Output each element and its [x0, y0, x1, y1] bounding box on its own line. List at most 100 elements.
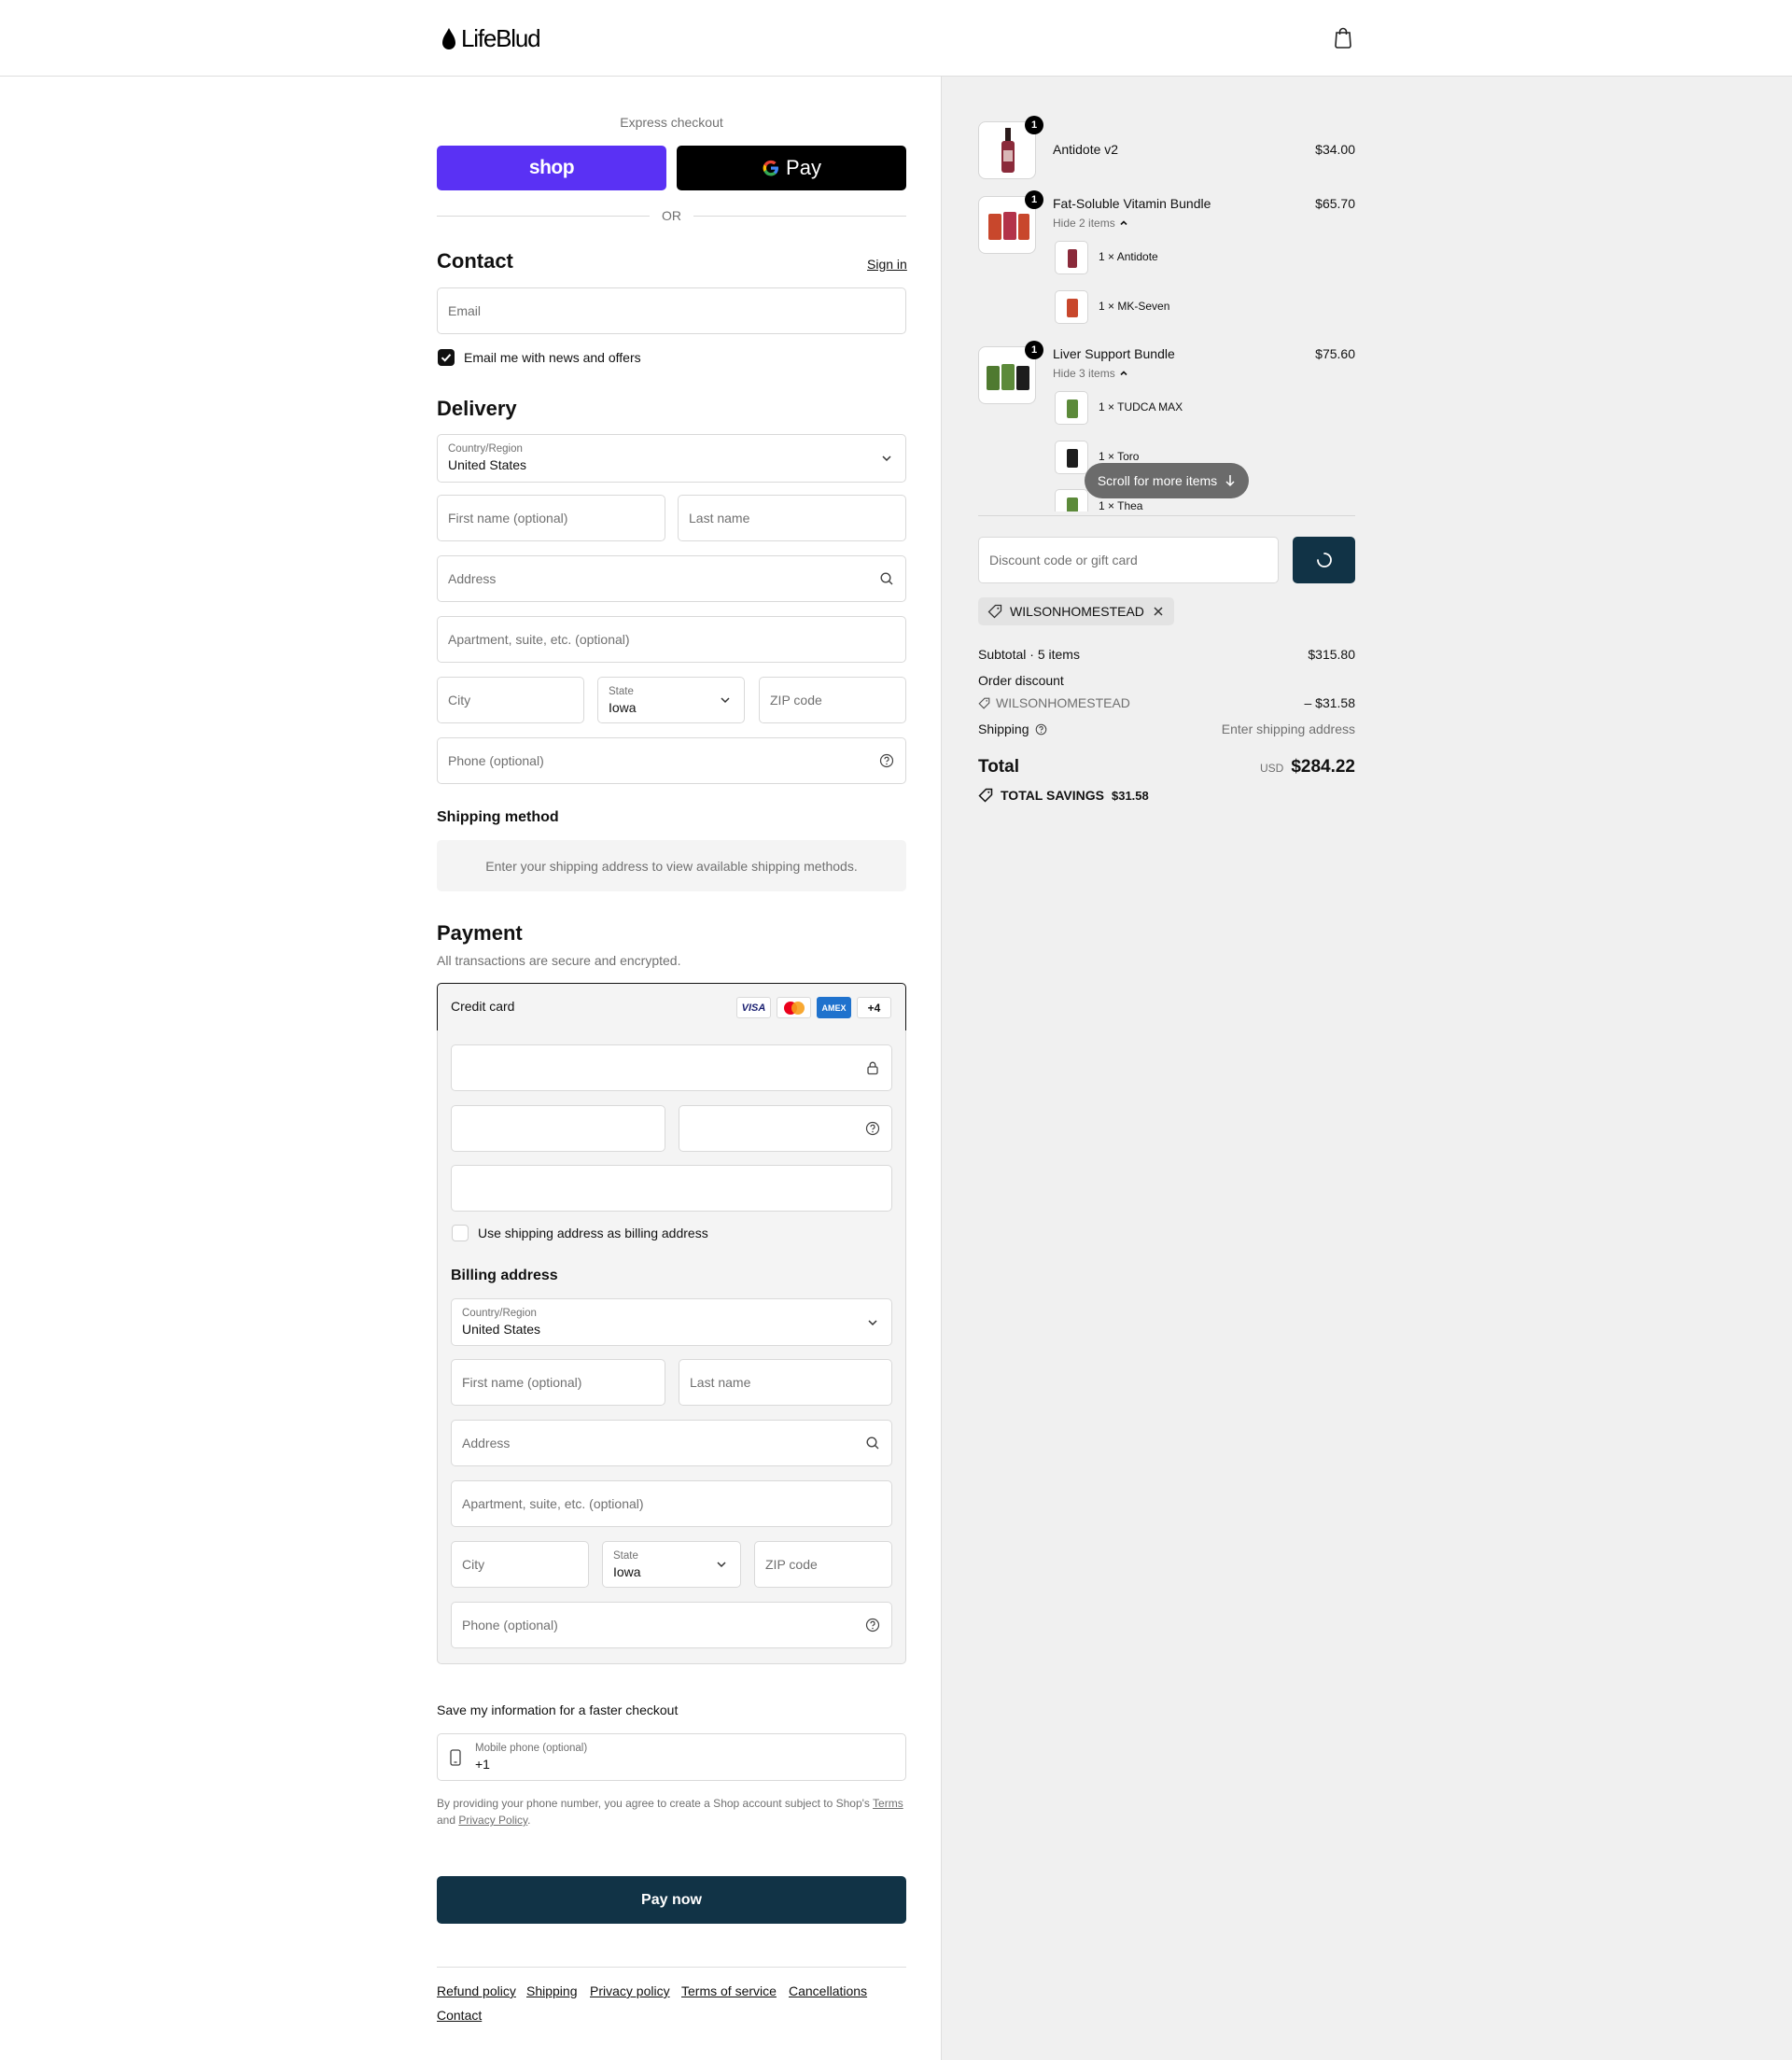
- payment-subtitle: All transactions are secure and encrypte…: [437, 953, 681, 968]
- hide-items-toggle[interactable]: Hide 2 items: [1053, 217, 1128, 230]
- help-circle-icon[interactable]: [865, 1121, 880, 1136]
- card-number-field[interactable]: [451, 1044, 892, 1091]
- delivery-title: Delivery: [437, 397, 517, 420]
- help-circle-icon[interactable]: [865, 1618, 880, 1633]
- billing-last-name-field[interactable]: Last name: [679, 1359, 892, 1406]
- help-circle-icon[interactable]: [1035, 723, 1047, 736]
- news-checkbox[interactable]: [438, 349, 455, 366]
- sub-item-thumbnail: [1055, 441, 1088, 474]
- use-shipping-label: Use shipping address as billing address: [478, 1226, 708, 1240]
- country-select[interactable]: Country/Region United States: [437, 434, 906, 483]
- billing-first-name-field[interactable]: First name (optional): [451, 1359, 665, 1406]
- privacy-policy-link[interactable]: Privacy Policy: [458, 1814, 527, 1827]
- country-value: United States: [448, 457, 527, 472]
- shopping-bag-icon[interactable]: [1333, 26, 1353, 49]
- terms-of-service-link[interactable]: Terms of service: [681, 1983, 777, 1998]
- privacy-policy-footer-link[interactable]: Privacy policy: [590, 1983, 670, 1998]
- apartment-field[interactable]: Apartment, suite, etc. (optional): [437, 616, 906, 663]
- hide-items-toggle[interactable]: Hide 3 items: [1053, 367, 1128, 380]
- billing-state-label: State: [613, 1550, 638, 1562]
- billing-first-name-placeholder: First name (optional): [462, 1375, 582, 1390]
- state-select[interactable]: State Iowa: [597, 677, 745, 723]
- city-field[interactable]: City: [437, 677, 584, 723]
- city-placeholder: City: [448, 693, 471, 708]
- sub-item-name: 1 × Thea: [1099, 499, 1143, 512]
- billing-title: Billing address: [451, 1268, 558, 1283]
- currency-code: USD: [1259, 762, 1284, 775]
- shipping-policy-link[interactable]: Shipping: [526, 1983, 578, 1998]
- quantity-badge: 1: [1025, 341, 1043, 359]
- sign-in-link[interactable]: Sign in: [867, 257, 907, 272]
- billing-city-placeholder: City: [462, 1557, 485, 1572]
- discount-code-field[interactable]: Discount code or gift card: [978, 537, 1279, 583]
- billing-city-field[interactable]: City: [451, 1541, 589, 1588]
- tudca-bottle-image: [1067, 399, 1078, 418]
- total-savings: TOTAL SAVINGS $31.58: [978, 788, 1149, 803]
- first-name-field[interactable]: First name (optional): [437, 495, 665, 541]
- billing-country-select[interactable]: Country/Region United States: [451, 1298, 892, 1346]
- billing-state-select[interactable]: State Iowa: [602, 1541, 741, 1588]
- total-amount: USD $284.22: [1169, 757, 1355, 778]
- credit-card-label: Credit card: [451, 999, 515, 1014]
- apply-discount-button[interactable]: [1293, 537, 1355, 583]
- order-discount-code-name: WILSONHOMESTEAD: [996, 695, 1130, 710]
- email-field[interactable]: Email: [437, 287, 906, 334]
- pay-now-button[interactable]: Pay now: [437, 1876, 906, 1924]
- subtotal-label: Subtotal · 5 items: [978, 647, 1080, 662]
- use-shipping-checkbox[interactable]: [452, 1225, 469, 1241]
- total-savings-label: TOTAL SAVINGS: [1001, 788, 1104, 803]
- quantity-badge: 1: [1025, 116, 1043, 134]
- save-info-title: Save my information for a faster checkou…: [437, 1703, 679, 1717]
- mobile-phone-field[interactable]: Mobile phone (optional) +1: [437, 1733, 906, 1781]
- sub-item-name: 1 × TUDCA MAX: [1099, 400, 1183, 413]
- address-field[interactable]: Address: [437, 555, 906, 602]
- sub-item-name: 1 × Antidote: [1099, 250, 1158, 263]
- order-discount-code: WILSONHOMESTEAD: [978, 695, 1130, 710]
- cancellations-link[interactable]: Cancellations: [789, 1983, 867, 1998]
- google-g-icon: [763, 160, 779, 176]
- billing-apartment-field[interactable]: Apartment, suite, etc. (optional): [451, 1480, 892, 1527]
- billing-zip-field[interactable]: ZIP code: [754, 1541, 892, 1588]
- phone-field[interactable]: Phone (optional): [437, 737, 906, 784]
- email-placeholder: Email: [448, 303, 482, 318]
- hide-items-label: Hide 2 items: [1053, 217, 1115, 230]
- sub-item-thumbnail: [1055, 290, 1088, 324]
- page-header: LifeBlud: [0, 0, 1792, 77]
- help-circle-icon[interactable]: [879, 753, 894, 768]
- shop-pay-button[interactable]: shop: [437, 146, 666, 190]
- shop-pay-label: shop: [528, 157, 575, 178]
- name-on-card-field[interactable]: [451, 1165, 892, 1212]
- brand-logo[interactable]: LifeBlud: [441, 24, 541, 53]
- expiration-field[interactable]: [451, 1105, 665, 1152]
- security-code-field[interactable]: [679, 1105, 892, 1152]
- contact-title: Contact: [437, 249, 513, 273]
- zip-field[interactable]: ZIP code: [759, 677, 906, 723]
- close-icon[interactable]: [1152, 605, 1165, 618]
- billing-last-name-placeholder: Last name: [690, 1375, 751, 1390]
- terms-link[interactable]: Terms: [873, 1797, 903, 1810]
- state-label: State: [609, 686, 634, 697]
- chevron-down-icon: [717, 1562, 726, 1568]
- brand-name: LifeBlud: [461, 24, 541, 52]
- last-name-field[interactable]: Last name: [678, 495, 906, 541]
- google-pay-button[interactable]: Pay: [677, 146, 906, 190]
- mobile-phone-icon: [450, 1749, 461, 1766]
- billing-phone-field[interactable]: Phone (optional): [451, 1602, 892, 1648]
- contact-link[interactable]: Contact: [437, 2008, 482, 2023]
- billing-zip-placeholder: ZIP code: [765, 1557, 818, 1572]
- shipping-method-title: Shipping method: [437, 809, 559, 825]
- refund-policy-link[interactable]: Refund policy: [437, 1983, 516, 1998]
- legal-period: .: [527, 1814, 531, 1827]
- lock-icon: [867, 1061, 878, 1075]
- mk-seven-bottle-image: [1067, 299, 1078, 317]
- billing-address-field[interactable]: Address: [451, 1420, 892, 1466]
- scroll-for-more-button[interactable]: Scroll for more items: [1085, 463, 1249, 498]
- search-icon: [880, 572, 893, 585]
- hide-items-label: Hide 3 items: [1053, 367, 1115, 380]
- state-value: Iowa: [609, 700, 637, 715]
- billing-apartment-placeholder: Apartment, suite, etc. (optional): [462, 1496, 644, 1511]
- address-placeholder: Address: [448, 571, 497, 586]
- cart-list-divider: [978, 515, 1355, 516]
- divider-right: [693, 216, 906, 217]
- google-pay-label: Pay: [786, 156, 821, 179]
